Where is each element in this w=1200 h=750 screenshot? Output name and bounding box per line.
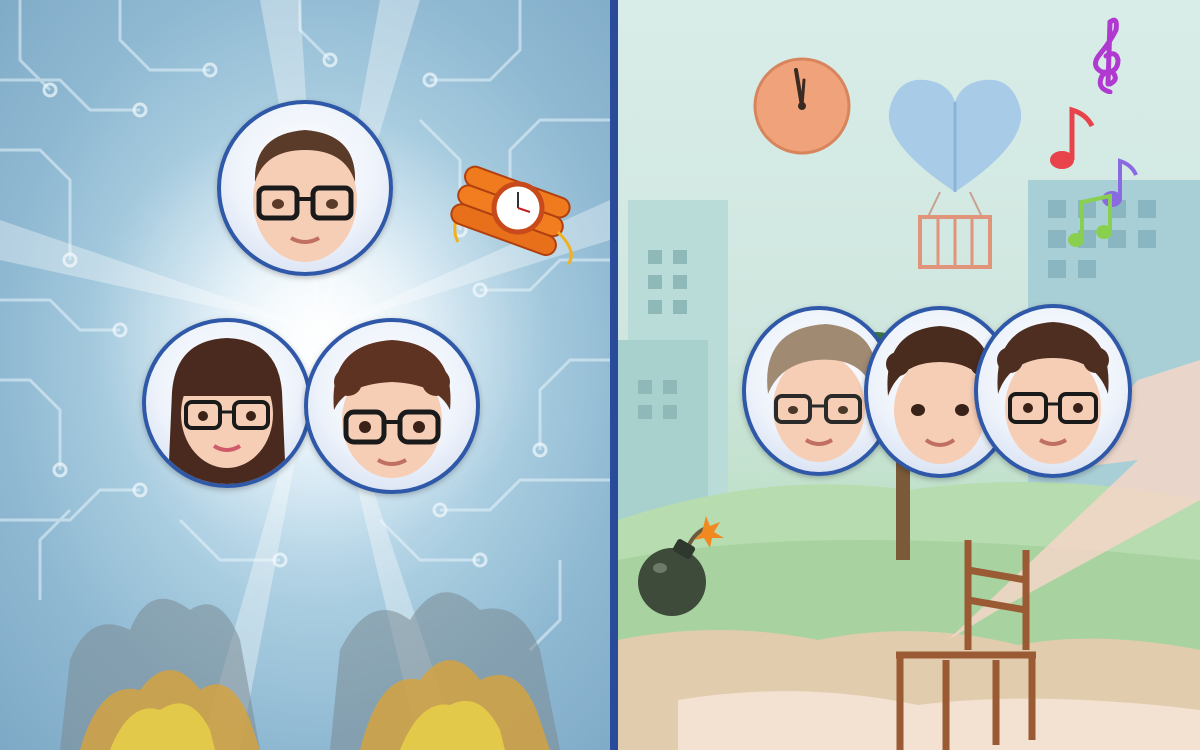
avatar-face [333,340,451,478]
avatar-curly-hair-glasses-boy-2[interactable] [974,304,1132,478]
avatar-face [253,130,357,262]
avatar-face [168,338,286,484]
left-scene [0,0,610,750]
avatar-short-hair-glasses-boy[interactable] [217,100,393,276]
avatar-face [997,322,1109,464]
wooden-chair [896,540,1036,750]
dynamite-clock-icon [450,165,573,265]
frame-divider [610,0,618,750]
avatar-long-hair-glasses-girl[interactable] [142,318,312,488]
avatar-curly-hair-glasses-boy[interactable] [304,318,480,494]
right-scene [618,0,1200,750]
